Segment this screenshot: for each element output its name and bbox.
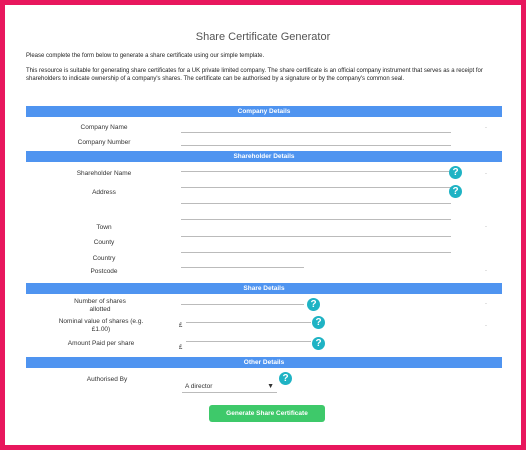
help-question-icon[interactable]: ? (449, 166, 462, 179)
town-label: Town (96, 224, 112, 231)
company-number-label: Company Number (77, 139, 131, 146)
help-question-icon[interactable]: ? (307, 298, 320, 311)
authorised-by-select[interactable]: A director ▼ (182, 381, 277, 393)
town-input[interactable] (181, 219, 451, 220)
country-input[interactable] (181, 252, 451, 253)
required-marker: · (485, 224, 487, 230)
help-question-icon[interactable]: ? (312, 316, 325, 329)
currency-symbol: £ (179, 345, 183, 351)
shares-allotted-input[interactable] (181, 304, 304, 305)
help-question-icon[interactable]: ? (449, 185, 462, 198)
county-input[interactable] (181, 236, 451, 237)
required-marker: · (485, 125, 487, 131)
county-label: County (93, 239, 115, 246)
form-frame: Share Certificate Generator Please compl… (5, 5, 521, 445)
required-marker: · (485, 171, 487, 177)
intro-text: Please complete the form below to genera… (26, 53, 265, 59)
postcode-label: Postcode (90, 268, 118, 275)
shareholder-name-input[interactable] (181, 171, 451, 172)
help-question-icon[interactable]: ? (279, 372, 292, 385)
amount-paid-input[interactable] (186, 341, 311, 342)
nominal-value-input[interactable] (186, 322, 311, 323)
company-number-input[interactable] (181, 145, 451, 146)
page-title: Share Certificate Generator (195, 31, 331, 43)
chevron-down-icon: ▼ (267, 383, 274, 390)
section-header-other: Other Details (26, 357, 502, 368)
company-name-input[interactable] (181, 132, 451, 133)
shares-allotted-label: Number of shares allotted (74, 298, 126, 313)
description-text: This resource is suitable for generating… (26, 68, 483, 82)
authorised-by-label: Authorised By (86, 376, 128, 383)
shareholder-name-label: Shareholder Name (76, 170, 132, 177)
company-name-label: Company Name (80, 124, 128, 131)
help-question-icon[interactable]: ? (312, 337, 325, 350)
address-line-2-input[interactable] (181, 203, 451, 204)
required-marker: · (485, 301, 487, 307)
address-line-1-input[interactable] (181, 187, 451, 188)
amount-paid-label: Amount Paid per share (67, 340, 135, 347)
generate-certificate-button[interactable]: Generate Share Certificate (209, 405, 325, 422)
required-marker: · (485, 323, 487, 329)
address-label: Address (92, 189, 116, 196)
section-header-share: Share Details (26, 283, 502, 294)
required-marker: · (485, 268, 487, 274)
section-header-shareholder: Shareholder Details (26, 151, 502, 162)
nominal-value-label: Nominal value of shares (e.g. £1.00) (58, 318, 144, 333)
authorised-by-value: A director (185, 383, 213, 390)
currency-symbol: £ (179, 323, 183, 329)
country-label: Country (92, 255, 116, 262)
section-header-company: Company Details (26, 106, 502, 117)
postcode-input[interactable] (181, 267, 304, 268)
